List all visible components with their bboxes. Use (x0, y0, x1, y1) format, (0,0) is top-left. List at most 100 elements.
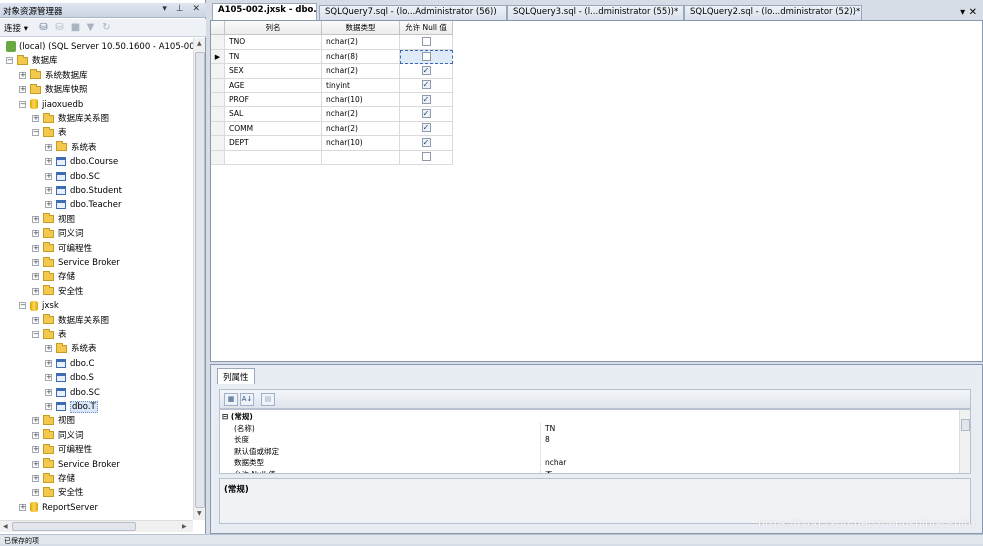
table-row[interactable]: SAL nchar(2) ✓ (211, 107, 453, 122)
property-category[interactable]: ⊟ (常规) (220, 411, 960, 422)
allow-null-cell[interactable] (400, 35, 453, 50)
column-name-cell[interactable]: SAL (225, 107, 322, 122)
tree-node[interactable]: + 系统表 (45, 141, 97, 155)
disconnect-icon[interactable]: ⛁ (54, 22, 65, 33)
property-row[interactable]: 数据类型 nchar (220, 457, 960, 468)
column-name-cell[interactable]: TNO (225, 35, 322, 50)
allow-null-cell[interactable]: ✓ (400, 107, 453, 122)
expand-icon[interactable]: + (32, 489, 39, 497)
expand-icon[interactable]: + (32, 475, 39, 482)
column-name-cell[interactable]: COMM (225, 121, 322, 137)
tab-column-properties[interactable]: 列属性 (217, 368, 255, 384)
expand-icon[interactable]: + (45, 345, 52, 353)
expand-icon[interactable]: + (32, 273, 39, 281)
property-row[interactable]: 长度 8 (220, 434, 960, 445)
collapse-icon[interactable]: − (19, 302, 26, 310)
expand-icon[interactable]: + (19, 71, 26, 79)
property-value[interactable]: nchar (545, 457, 566, 468)
tree-horizontal-scrollbar[interactable]: ◀ ▶ (0, 520, 193, 532)
tree-node[interactable]: + 数据库关系图 (32, 112, 109, 126)
tree-node[interactable]: + 视图 (32, 213, 75, 227)
tree-node[interactable]: + 系统数据库 (19, 69, 88, 83)
column-name-cell[interactable] (225, 150, 322, 165)
scroll-left-icon[interactable]: ◀ (3, 523, 8, 530)
expand-icon[interactable]: + (32, 460, 39, 468)
tree-node[interactable]: + ReportServer (19, 501, 98, 515)
tree-node[interactable]: + 数据库快照 (19, 83, 88, 97)
allow-null-cell[interactable]: ✓ (400, 121, 453, 137)
row-selector[interactable] (211, 64, 225, 79)
data-type-cell[interactable]: tinyint (322, 78, 400, 93)
table-row[interactable]: TNO nchar(2) (211, 35, 453, 50)
expand-icon[interactable]: + (45, 143, 52, 151)
expand-icon[interactable]: + (32, 287, 39, 295)
tree-node[interactable]: − 表 (32, 126, 67, 140)
column-name-cell[interactable]: AGE (225, 78, 322, 93)
properties-scrollbar[interactable] (959, 410, 970, 473)
data-type-cell[interactable] (322, 150, 400, 165)
table-row[interactable]: SEX nchar(2) ✓ (211, 64, 453, 79)
expand-icon[interactable]: + (32, 417, 39, 425)
scroll-up-icon[interactable]: ▲ (197, 40, 202, 47)
column-name-cell[interactable]: SEX (225, 64, 322, 79)
table-row[interactable] (211, 150, 453, 165)
scroll-thumb[interactable] (195, 52, 205, 508)
collapse-icon[interactable]: − (32, 331, 39, 338)
column-name-cell[interactable]: DEPT (225, 136, 322, 151)
alphabetical-icon[interactable]: A↓ (240, 393, 254, 406)
tree-node[interactable]: + 系统表 (45, 342, 97, 356)
tree-node[interactable]: + 安全性 (32, 285, 84, 299)
column-name-cell[interactable]: TN (225, 49, 322, 65)
categorized-icon[interactable]: ▦ (224, 393, 238, 406)
allow-null-cell[interactable]: ✓ (400, 136, 453, 151)
property-pages-icon[interactable]: ▤ (261, 393, 275, 406)
expand-icon[interactable]: + (32, 431, 39, 439)
properties-scroll-thumb[interactable] (961, 419, 970, 431)
allow-null-checkbox[interactable]: ✓ (421, 108, 431, 118)
expand-icon[interactable]: + (32, 230, 39, 238)
hscroll-thumb[interactable] (12, 522, 136, 531)
filter-icon[interactable]: ▼ (85, 22, 96, 33)
row-selector[interactable] (211, 93, 225, 108)
data-type-cell[interactable]: nchar(10) (322, 136, 400, 151)
tab-controls[interactable]: ▾ ✕ (960, 7, 977, 18)
allow-null-cell[interactable]: ✓ (400, 78, 453, 93)
tree-node[interactable]: + 存储 (32, 472, 75, 486)
expand-icon[interactable]: + (32, 446, 39, 454)
allow-null-checkbox[interactable]: ✓ (421, 137, 431, 147)
collapse-icon[interactable]: − (19, 100, 26, 108)
tree-node[interactable]: + dbo.T (45, 400, 98, 414)
row-selector[interactable] (211, 150, 225, 165)
allow-null-cell[interactable]: ✓ (400, 93, 453, 108)
row-selector[interactable] (211, 121, 225, 137)
tree-node[interactable]: + dbo.S (45, 371, 94, 385)
expand-icon[interactable]: + (45, 158, 52, 166)
panel-controls[interactable]: ▾ ⊥ ✕ (162, 4, 203, 14)
connect-db-icon[interactable]: ⛁ (38, 22, 49, 33)
allow-null-cell[interactable] (400, 150, 453, 165)
refresh-icon[interactable]: ↻ (101, 22, 112, 33)
connect-button[interactable]: 连接 ▾ (4, 22, 28, 34)
collapse-icon[interactable]: − (6, 57, 13, 65)
data-type-cell[interactable]: nchar(2) (322, 64, 400, 79)
table-row[interactable]: DEPT nchar(10) ✓ (211, 136, 453, 151)
tree-node[interactable]: + dbo.Teacher (45, 198, 122, 212)
expand-icon[interactable]: + (19, 86, 26, 94)
scroll-right-icon[interactable]: ▶ (182, 523, 187, 530)
data-type-cell[interactable]: nchar(2) (322, 121, 400, 137)
row-selector[interactable] (211, 78, 225, 93)
property-value[interactable]: 8 (545, 434, 550, 445)
expand-icon[interactable]: + (45, 187, 52, 194)
table-row[interactable]: AGE tinyint ✓ (211, 78, 453, 93)
property-value[interactable]: 否 (545, 469, 553, 474)
tree-node[interactable]: + dbo.C (45, 357, 94, 371)
tab-sqlquery2[interactable]: SQLQuery2.sql - (lo...dministrator (52))… (684, 5, 862, 20)
column-name-cell[interactable]: PROF (225, 93, 322, 108)
data-type-cell[interactable]: nchar(8) (322, 49, 400, 65)
tree-vertical-scrollbar[interactable]: ▲ ▼ (193, 38, 205, 520)
row-selector[interactable] (211, 107, 225, 122)
allow-null-checkbox[interactable]: ✓ (421, 123, 431, 133)
tree-node[interactable]: + 存储 (32, 270, 75, 284)
tree-node[interactable]: + 同义词 (32, 227, 84, 241)
expand-icon[interactable]: + (45, 359, 52, 367)
